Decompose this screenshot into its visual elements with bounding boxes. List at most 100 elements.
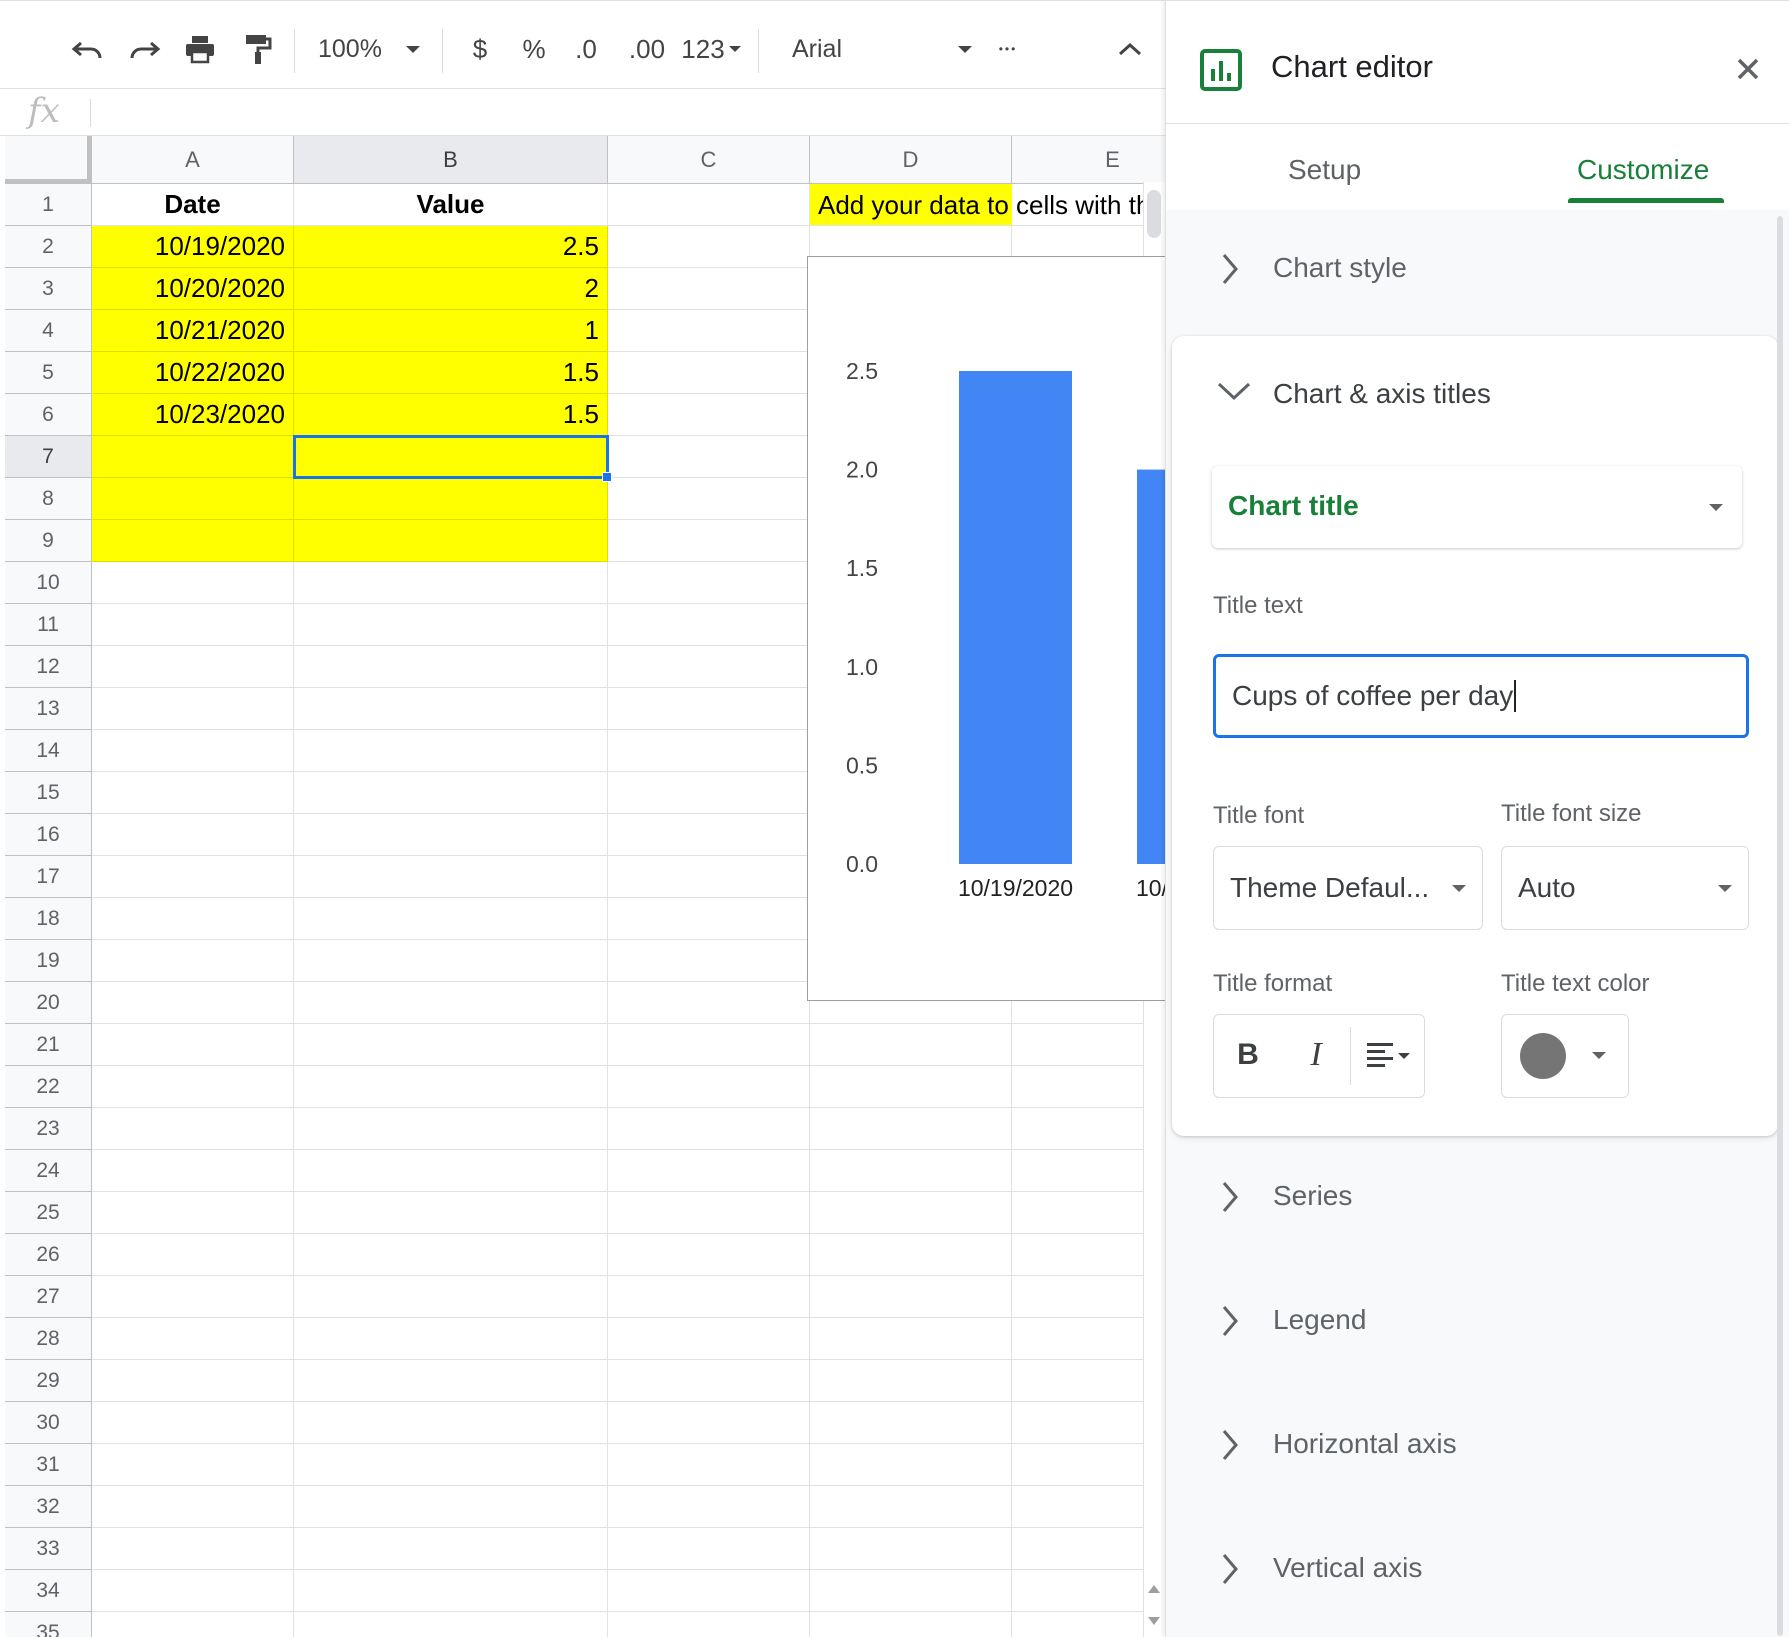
row-header[interactable]: 29 (5, 1360, 92, 1402)
grid-cell[interactable] (608, 814, 810, 856)
row-header[interactable]: 12 (5, 646, 92, 688)
grid-cell[interactable] (810, 1276, 1012, 1318)
chevron-down-icon[interactable] (1216, 380, 1252, 402)
row-header[interactable]: 22 (5, 1066, 92, 1108)
row-header[interactable]: 26 (5, 1234, 92, 1276)
row-header[interactable]: 19 (5, 940, 92, 982)
scroll-down-arrow-icon[interactable] (1148, 1612, 1160, 1630)
grid-cell[interactable] (294, 1402, 608, 1444)
grid-cell[interactable] (608, 436, 810, 478)
grid-cell[interactable] (608, 940, 810, 982)
row-header[interactable]: 33 (5, 1528, 92, 1570)
grid-cell[interactable] (608, 646, 810, 688)
grid-cell[interactable] (92, 772, 294, 814)
font-family-select[interactable]: Arial (792, 23, 972, 75)
cell-b3[interactable]: 2 (294, 268, 608, 310)
redo-icon[interactable] (120, 23, 168, 75)
grid-cell[interactable] (92, 1318, 294, 1360)
cell-b9[interactable] (294, 520, 608, 562)
chart-bar[interactable] (1137, 469, 1167, 864)
row-header[interactable]: 16 (5, 814, 92, 856)
cell-a8[interactable] (92, 478, 294, 520)
more-formats-button[interactable]: 123 (678, 23, 744, 75)
grid-cell[interactable] (92, 1276, 294, 1318)
grid-cell[interactable] (92, 1444, 294, 1486)
grid-cell[interactable] (810, 1402, 1012, 1444)
title-text-color-picker[interactable] (1501, 1014, 1629, 1098)
grid-cell[interactable] (92, 1192, 294, 1234)
bold-button[interactable]: B (1224, 1031, 1272, 1079)
row-header[interactable]: 30 (5, 1402, 92, 1444)
grid-cell[interactable] (810, 1192, 1012, 1234)
grid-cell[interactable] (294, 604, 608, 646)
row-header[interactable]: 14 (5, 730, 92, 772)
paint-format-icon[interactable] (234, 23, 282, 75)
grid-cell[interactable] (294, 1234, 608, 1276)
grid-cell[interactable] (294, 1570, 608, 1612)
grid-cell[interactable] (810, 1024, 1012, 1066)
grid-cell[interactable] (92, 1612, 294, 1637)
grid-cell[interactable] (608, 1360, 810, 1402)
row-header[interactable]: 25 (5, 1192, 92, 1234)
section-horizontal-axis[interactable]: Horizontal axis (1166, 1398, 1789, 1494)
row-header[interactable]: 27 (5, 1276, 92, 1318)
print-icon[interactable] (176, 23, 224, 75)
grid-cell[interactable] (294, 730, 608, 772)
title-font-size-dropdown[interactable]: Auto (1501, 846, 1749, 930)
row-header[interactable]: 34 (5, 1570, 92, 1612)
grid-cell[interactable] (608, 730, 810, 772)
align-button[interactable] (1360, 1031, 1418, 1079)
close-icon[interactable] (1730, 51, 1766, 87)
cell-a3[interactable]: 10/20/2020 (92, 268, 294, 310)
editor-scrollbar[interactable] (1777, 216, 1783, 1636)
grid-cell[interactable] (294, 646, 608, 688)
grid-cell[interactable] (294, 1192, 608, 1234)
grid-cell[interactable] (810, 1108, 1012, 1150)
row-header[interactable]: 20 (5, 982, 92, 1024)
row-header[interactable]: 15 (5, 772, 92, 814)
zoom-select[interactable]: 100% (318, 23, 430, 75)
grid-cell[interactable] (92, 814, 294, 856)
section-label[interactable]: Chart & axis titles (1273, 378, 1491, 410)
row-header[interactable]: 10 (5, 562, 92, 604)
row-header[interactable]: 21 (5, 1024, 92, 1066)
grid-cell[interactable] (608, 478, 810, 520)
cell-b4[interactable]: 1 (294, 310, 608, 352)
grid-cell[interactable] (294, 1360, 608, 1402)
grid-cell[interactable] (294, 1444, 608, 1486)
cell-a5[interactable]: 10/22/2020 (92, 352, 294, 394)
grid-cell[interactable] (810, 1486, 1012, 1528)
grid-cell[interactable] (608, 1402, 810, 1444)
currency-format-button[interactable]: $ (462, 23, 498, 75)
grid-cell[interactable] (608, 520, 810, 562)
grid-cell[interactable] (810, 1444, 1012, 1486)
more-options-button[interactable]: ••• (988, 23, 1028, 75)
grid-cell[interactable] (92, 1234, 294, 1276)
cell-a2[interactable]: 10/19/2020 (92, 226, 294, 268)
grid-cell[interactable] (92, 856, 294, 898)
grid-cell[interactable] (92, 1360, 294, 1402)
grid-cell[interactable] (608, 226, 810, 268)
cell-b2[interactable]: 2.5 (294, 226, 608, 268)
section-series[interactable]: Series (1166, 1150, 1789, 1246)
grid-cell[interactable] (92, 1066, 294, 1108)
grid-cell[interactable] (608, 982, 810, 1024)
column-header-c[interactable]: C (608, 136, 810, 184)
grid-cell[interactable] (294, 562, 608, 604)
grid-cell[interactable] (608, 1444, 810, 1486)
row-header[interactable]: 4 (5, 310, 92, 352)
grid-cell[interactable] (92, 940, 294, 982)
row-header[interactable]: 9 (5, 520, 92, 562)
grid-cell[interactable] (92, 1024, 294, 1066)
increase-decimal-button[interactable]: .00 (622, 23, 672, 75)
select-all-corner[interactable] (5, 136, 92, 184)
cell-b8[interactable] (294, 478, 608, 520)
grid-cell[interactable] (92, 1486, 294, 1528)
row-header[interactable]: 18 (5, 898, 92, 940)
scroll-up-arrow-icon[interactable] (1148, 1580, 1160, 1598)
grid-cell[interactable] (294, 1066, 608, 1108)
grid-scroll-thumb[interactable] (1147, 190, 1161, 238)
grid-cell[interactable] (608, 1192, 810, 1234)
row-header[interactable]: 5 (5, 352, 92, 394)
grid-cell[interactable] (608, 562, 810, 604)
